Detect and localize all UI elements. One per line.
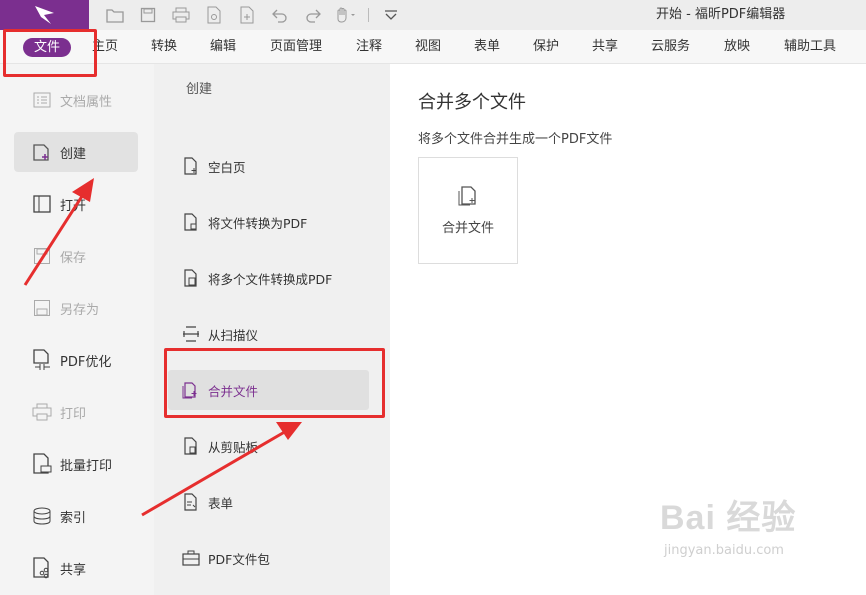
nav-label: 文档属性 [60, 94, 113, 110]
nav-open[interactable]: 打开 [14, 184, 138, 224]
document-properties-icon [32, 90, 52, 110]
nav-label: 保存 [60, 250, 87, 266]
tab-protect[interactable]: 保护 [533, 30, 559, 64]
option-blank-page[interactable]: 空白页 [168, 146, 369, 186]
customize-icon[interactable] [380, 4, 402, 26]
save-as-icon [32, 298, 52, 318]
redo-icon[interactable] [302, 4, 324, 26]
option-form[interactable]: 表单 [168, 482, 369, 522]
nav-save[interactable]: 保存 [14, 236, 138, 276]
index-icon [32, 506, 52, 526]
merge-files-button[interactable]: 合并文件 [418, 157, 518, 264]
option-file-to-pdf[interactable]: 将文件转换为PDF [168, 202, 369, 242]
save-icon[interactable] [137, 4, 159, 26]
blank-page-icon [182, 157, 200, 175]
title-bar: 开始 - 福昕PDF编辑器 [0, 0, 866, 30]
tab-form[interactable]: 表单 [474, 30, 500, 64]
option-merge-files[interactable]: 合并文件 [168, 370, 369, 410]
clipboard-icon [182, 437, 200, 455]
undo-icon[interactable] [269, 4, 291, 26]
multi-file-to-pdf-icon [182, 269, 200, 287]
pdf-optimize-icon [32, 349, 52, 370]
option-label: 空白页 [208, 159, 246, 175]
nav-label: 打开 [60, 198, 87, 214]
tab-file[interactable]: 文件 [23, 38, 71, 57]
nav-label: 共享 [60, 562, 87, 578]
tab-cloud-service[interactable]: 云服务 [651, 30, 690, 64]
nav-pdf-optimize[interactable]: PDF优化 [14, 340, 138, 380]
merge-files-icon [458, 186, 476, 206]
foxit-logo-icon [34, 6, 54, 24]
create-icon [32, 142, 52, 162]
nav-label: 创建 [60, 146, 87, 162]
create-icon[interactable] [236, 4, 258, 26]
option-label: 从扫描仪 [208, 327, 259, 343]
tab-view[interactable]: 视图 [415, 30, 441, 64]
scanner-icon [182, 325, 200, 343]
open-icon[interactable] [104, 4, 126, 26]
print-icon[interactable] [170, 4, 192, 26]
tab-edit[interactable]: 编辑 [210, 30, 236, 64]
nav-label: PDF优化 [60, 354, 112, 370]
tab-home[interactable]: 主页 [92, 30, 118, 64]
nav-batch-print[interactable]: 批量打印 [14, 444, 138, 484]
content-title: 合并多个文件 [418, 92, 526, 113]
option-label: 合并文件 [208, 383, 259, 399]
option-label: 从剪贴板 [208, 439, 259, 455]
nav-share[interactable]: 共享 [14, 548, 138, 588]
share-icon [32, 557, 52, 579]
nav-index[interactable]: 索引 [14, 496, 138, 536]
hand-icon[interactable] [335, 4, 357, 26]
foxit-app: 开始 - 福昕PDF编辑器 文件 主页 转换 编辑 页面管理 注释 视图 表单 … [0, 0, 866, 595]
nav-create[interactable]: 创建 [14, 132, 138, 172]
option-multi-file-to-pdf[interactable]: 将多个文件转换成PDF [168, 258, 369, 298]
option-label: PDF文件包 [208, 551, 270, 567]
toolbar-divider [368, 8, 369, 22]
tile-label: 合并文件 [441, 221, 494, 236]
tab-comment[interactable]: 注释 [356, 30, 382, 64]
open-book-icon [32, 194, 52, 214]
merge-files-content: 合并多个文件 将多个文件合并生成一个PDF文件 合并文件 [390, 64, 866, 595]
option-label: 将文件转换为PDF [208, 215, 308, 231]
tab-convert[interactable]: 转换 [151, 30, 177, 64]
panel-heading: 创建 [186, 82, 213, 97]
file-backstage-nav: 文档属性 创建 打开 保存 另存为 PDF优化 打印 批量打印 索引 共享 [0, 64, 154, 595]
app-logo[interactable] [0, 0, 89, 30]
nav-label: 批量打印 [60, 458, 113, 474]
nav-print[interactable]: 打印 [14, 392, 138, 432]
quick-access-toolbar [104, 0, 402, 30]
option-pdf-portfolio[interactable]: PDF文件包 [168, 538, 369, 578]
nav-document-properties[interactable]: 文档属性 [14, 80, 138, 120]
file-to-pdf-icon [182, 213, 200, 231]
option-from-scanner[interactable]: 从扫描仪 [168, 314, 369, 354]
tab-share[interactable]: 共享 [592, 30, 618, 64]
merge-files-icon [182, 381, 200, 399]
save-icon [32, 246, 52, 266]
tab-accessibility-tools[interactable]: 辅助工具 [784, 30, 836, 64]
create-options-panel: 创建 空白页 将文件转换为PDF 将多个文件转换成PDF 从扫描仪 合并文件 从… [154, 64, 390, 595]
tab-presentation[interactable]: 放映 [724, 30, 750, 64]
pdf-portfolio-icon [182, 549, 200, 567]
nav-label: 索引 [60, 510, 87, 526]
window-title: 开始 - 福昕PDF编辑器 [656, 7, 786, 22]
batch-print-icon [32, 453, 52, 474]
nav-save-as[interactable]: 另存为 [14, 288, 138, 328]
form-icon [182, 493, 200, 511]
scan-icon[interactable] [203, 4, 225, 26]
option-from-clipboard[interactable]: 从剪贴板 [168, 426, 369, 466]
tab-page-management[interactable]: 页面管理 [270, 30, 322, 64]
nav-label: 打印 [60, 406, 87, 422]
nav-label: 另存为 [60, 302, 100, 318]
menu-bar: 文件 主页 转换 编辑 页面管理 注释 视图 表单 保护 共享 云服务 放映 辅… [0, 30, 866, 64]
content-subtitle: 将多个文件合并生成一个PDF文件 [418, 132, 613, 147]
print-icon [32, 402, 52, 422]
option-label: 表单 [208, 495, 234, 511]
option-label: 将多个文件转换成PDF [208, 271, 333, 287]
